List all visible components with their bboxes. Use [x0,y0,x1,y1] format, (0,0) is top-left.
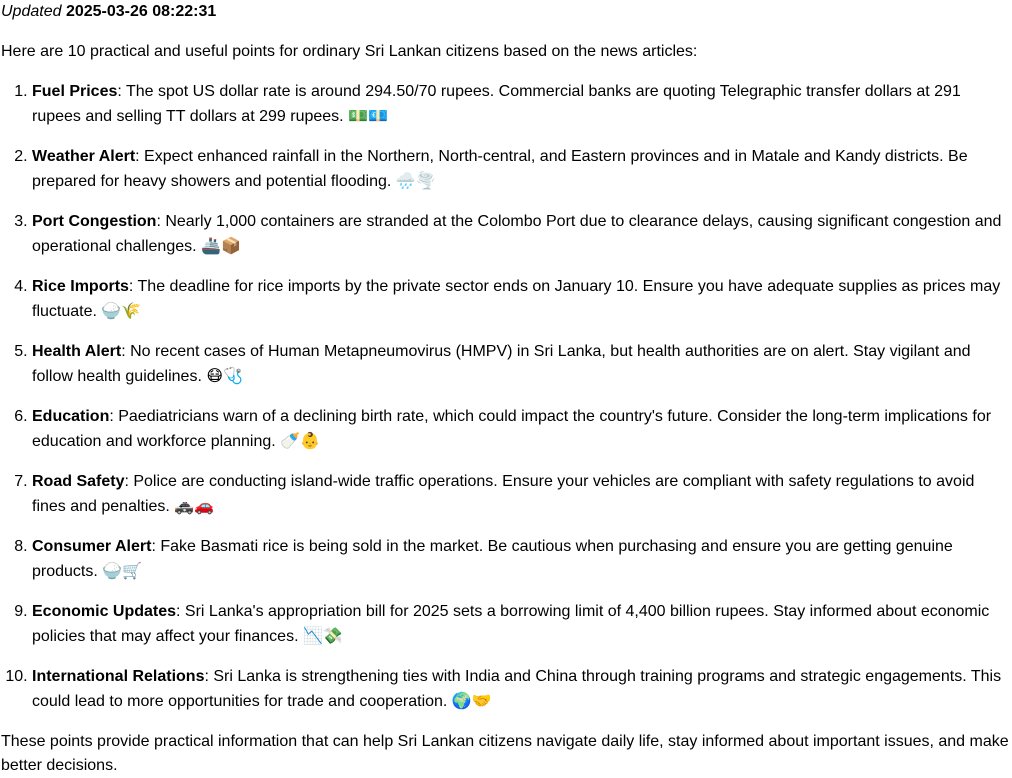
point-title: Port Congestion [32,213,157,230]
point-title: Economic Updates [32,603,177,620]
point-title: Weather Alert [32,148,136,165]
point-text: : No recent cases of Human Metapneumovir… [32,343,971,385]
updated-label: Updated [1,3,62,20]
outro-paragraph: These points provide practical informati… [1,733,1009,774]
health-emoji-icon: 😷🩺 [206,366,243,385]
point-text: : Nearly 1,000 containers are stranded a… [32,213,1002,255]
finance-emoji-icon: 📉💸 [302,626,343,645]
money-emoji-icon: 💵💶 [348,106,388,125]
list-item: Education: Paediatricians warn of a decl… [32,405,1012,454]
list-item: Road Safety: Police are conducting islan… [32,470,1012,519]
ship-package-emoji-icon: 🚢📦 [201,236,241,255]
point-title: Fuel Prices [32,83,118,100]
globe-handshake-emoji-icon: 🌍🤝 [451,691,492,710]
car-emoji-icon: 🚓🚗 [174,496,215,515]
point-title: Road Safety [32,473,125,490]
point-text: : Fake Basmati rice is being sold in the… [32,538,953,580]
list-item: Fuel Prices: The spot US dollar rate is … [32,80,1012,129]
updated-line: Updated 2025-03-26 08:22:31 [1,0,1012,24]
list-item: Consumer Alert: Fake Basmati rice is bei… [32,535,1012,584]
point-text: : The spot US dollar rate is around 294.… [32,83,961,125]
point-title: Education [32,408,110,425]
list-item: Health Alert: No recent cases of Human M… [32,340,1012,389]
point-text: : Paediatricians warn of a declining bir… [32,408,992,450]
baby-emoji-icon: 🍼👶 [280,431,321,450]
intro-paragraph: Here are 10 practical and useful points … [1,43,698,60]
news-points-list: Fuel Prices: The spot US dollar rate is … [1,80,1012,714]
list-item: Rice Imports: The deadline for rice impo… [32,275,1012,324]
point-title: Rice Imports [32,278,129,295]
list-item: Weather Alert: Expect enhanced rainfall … [32,145,1012,194]
rice-emoji-icon: 🍚🌾 [101,301,142,320]
updated-timestamp: 2025-03-26 08:22:31 [65,3,217,20]
news-summary-page: Updated 2025-03-26 08:22:31 Here are 10 … [0,0,1012,778]
point-title: Health Alert [32,343,122,360]
point-title: International Relations [32,668,205,685]
list-item: Economic Updates: Sri Lanka's appropriat… [32,600,1012,649]
weather-emoji-icon: 🌧️🌪️ [395,171,436,190]
list-item: International Relations: Sri Lanka is st… [32,665,1012,714]
point-title: Consumer Alert [32,538,152,555]
point-text: : The deadline for rice imports by the p… [32,278,1001,320]
cart-emoji-icon: 🍚🛒 [102,561,143,580]
point-text: : Sri Lanka's appropriation bill for 202… [32,603,990,645]
list-item: Port Congestion: Nearly 1,000 containers… [32,210,1012,259]
point-text: : Expect enhanced rainfall in the Northe… [32,148,968,190]
